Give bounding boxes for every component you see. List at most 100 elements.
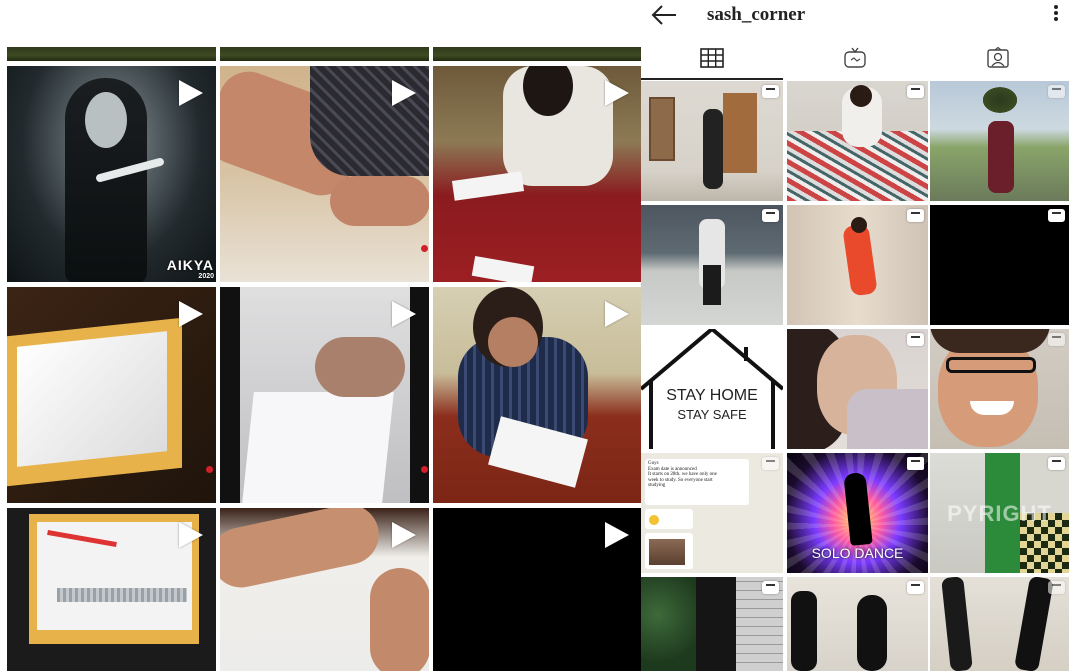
hand — [370, 568, 429, 671]
grid-post[interactable]: Guys Exam date is announced It starts on… — [641, 453, 783, 573]
emoji-icon — [649, 515, 659, 525]
grid-post[interactable] — [787, 577, 928, 671]
grid-post[interactable] — [787, 329, 928, 449]
cherry-icon — [421, 466, 428, 473]
grid-post[interactable] — [641, 205, 783, 325]
igtv-badge-icon — [762, 457, 779, 470]
video-tile[interactable] — [7, 508, 216, 671]
tagged-person-icon — [986, 46, 1010, 74]
play-icon — [392, 301, 416, 327]
tab-tagged[interactable] — [927, 40, 1069, 80]
igtv-badge-icon — [907, 581, 924, 594]
tab-igtv[interactable] — [784, 40, 926, 80]
igtv-badge-icon — [1048, 581, 1065, 594]
igtv-badge-icon — [907, 85, 924, 98]
igtv-badge-icon — [1048, 209, 1065, 222]
video-tile[interactable]: AIKYA 2020 — [7, 66, 216, 282]
face — [488, 317, 538, 367]
video-tile[interactable] — [433, 66, 641, 282]
grid-post[interactable] — [930, 205, 1069, 325]
dancer-silhouette — [791, 591, 817, 671]
play-icon — [179, 301, 203, 327]
grid-icon — [700, 47, 724, 73]
hand — [315, 337, 405, 397]
igtv-badge-icon — [1048, 457, 1065, 470]
igtv-badge-icon — [907, 457, 924, 470]
grid-post[interactable] — [930, 329, 1069, 449]
play-icon — [179, 80, 203, 106]
grid-post[interactable] — [641, 81, 783, 201]
play-icon — [392, 522, 416, 548]
door — [723, 93, 757, 173]
head — [850, 85, 872, 107]
legs — [703, 265, 721, 305]
more-options-icon[interactable] — [1053, 4, 1059, 26]
profile-username: sash_corner — [707, 4, 806, 25]
profile-header: sash_corner — [641, 0, 1069, 34]
grid-post[interactable] — [930, 81, 1069, 201]
person-figure — [842, 223, 878, 297]
dark-gap — [696, 577, 736, 671]
grid-post[interactable] — [787, 205, 928, 325]
video-tile[interactable] — [220, 508, 429, 671]
head — [851, 217, 867, 233]
partial-row-tile[interactable] — [433, 47, 641, 61]
video-tile[interactable] — [433, 508, 641, 671]
photo-thumbnail — [649, 539, 685, 565]
active-tab-indicator — [641, 78, 783, 80]
paper — [451, 171, 525, 201]
scarf — [847, 389, 928, 449]
window — [649, 97, 675, 161]
face — [85, 92, 127, 148]
hair — [930, 329, 1050, 353]
igtv-badge-icon — [762, 85, 779, 98]
stay-home-text: STAY HOME — [666, 387, 758, 404]
play-icon — [179, 522, 203, 548]
play-icon — [605, 80, 629, 106]
white-paper — [17, 331, 167, 467]
igtv-badge-icon — [907, 209, 924, 222]
play-icon — [605, 522, 629, 548]
grid-post[interactable]: SOLO DANCE — [787, 453, 928, 573]
chat-bubble: Guys Exam date is announced It starts on… — [645, 459, 749, 505]
paper — [37, 522, 192, 630]
igtv-icon — [843, 47, 867, 74]
palm-tree — [980, 85, 1020, 115]
person-figure — [988, 121, 1014, 193]
legs — [941, 577, 973, 671]
watermark-text: PYRIGHT — [947, 501, 1052, 526]
igtv-badge-icon — [907, 333, 924, 346]
solo-dance-label: SOLO DANCE — [811, 545, 904, 561]
person-figure — [703, 109, 723, 189]
paper — [471, 255, 535, 282]
hand — [220, 508, 385, 594]
aikya-logo: AIKYA 2020 — [166, 257, 214, 280]
video-tile[interactable] — [433, 287, 641, 503]
chat-line: studying — [648, 483, 666, 489]
grid-post[interactable]: PYRIGHT — [930, 453, 1069, 573]
tab-grid[interactable] — [641, 40, 783, 80]
paper — [242, 392, 394, 503]
igtv-badge-icon — [1048, 333, 1065, 346]
igtv-badge-icon — [762, 581, 779, 594]
video-tile[interactable] — [220, 66, 429, 282]
grid-post[interactable] — [641, 577, 783, 671]
stay-safe-text: STAY SAFE — [677, 407, 747, 422]
partial-row-tile[interactable] — [220, 47, 429, 61]
dancer-silhouette — [857, 595, 887, 671]
grid-post[interactable] — [930, 577, 1069, 671]
igtv-badge-icon — [1048, 85, 1065, 98]
hand — [330, 176, 429, 226]
partial-row-tile[interactable] — [7, 47, 216, 61]
left-video-grid: AIKYA 2020 — [0, 0, 641, 671]
profile-panel: sash_corner STAY HOME STAY SAFE Guys Exa… — [641, 0, 1069, 671]
grid-post[interactable]: STAY HOME STAY SAFE — [641, 329, 783, 449]
grid-post[interactable] — [787, 81, 928, 201]
profile-tabs — [641, 40, 1069, 80]
ruler — [57, 588, 187, 602]
cherry-icon — [206, 466, 213, 473]
play-icon — [392, 80, 416, 106]
back-arrow-icon[interactable] — [651, 4, 677, 31]
video-tile[interactable] — [7, 287, 216, 503]
video-tile[interactable] — [220, 287, 429, 503]
